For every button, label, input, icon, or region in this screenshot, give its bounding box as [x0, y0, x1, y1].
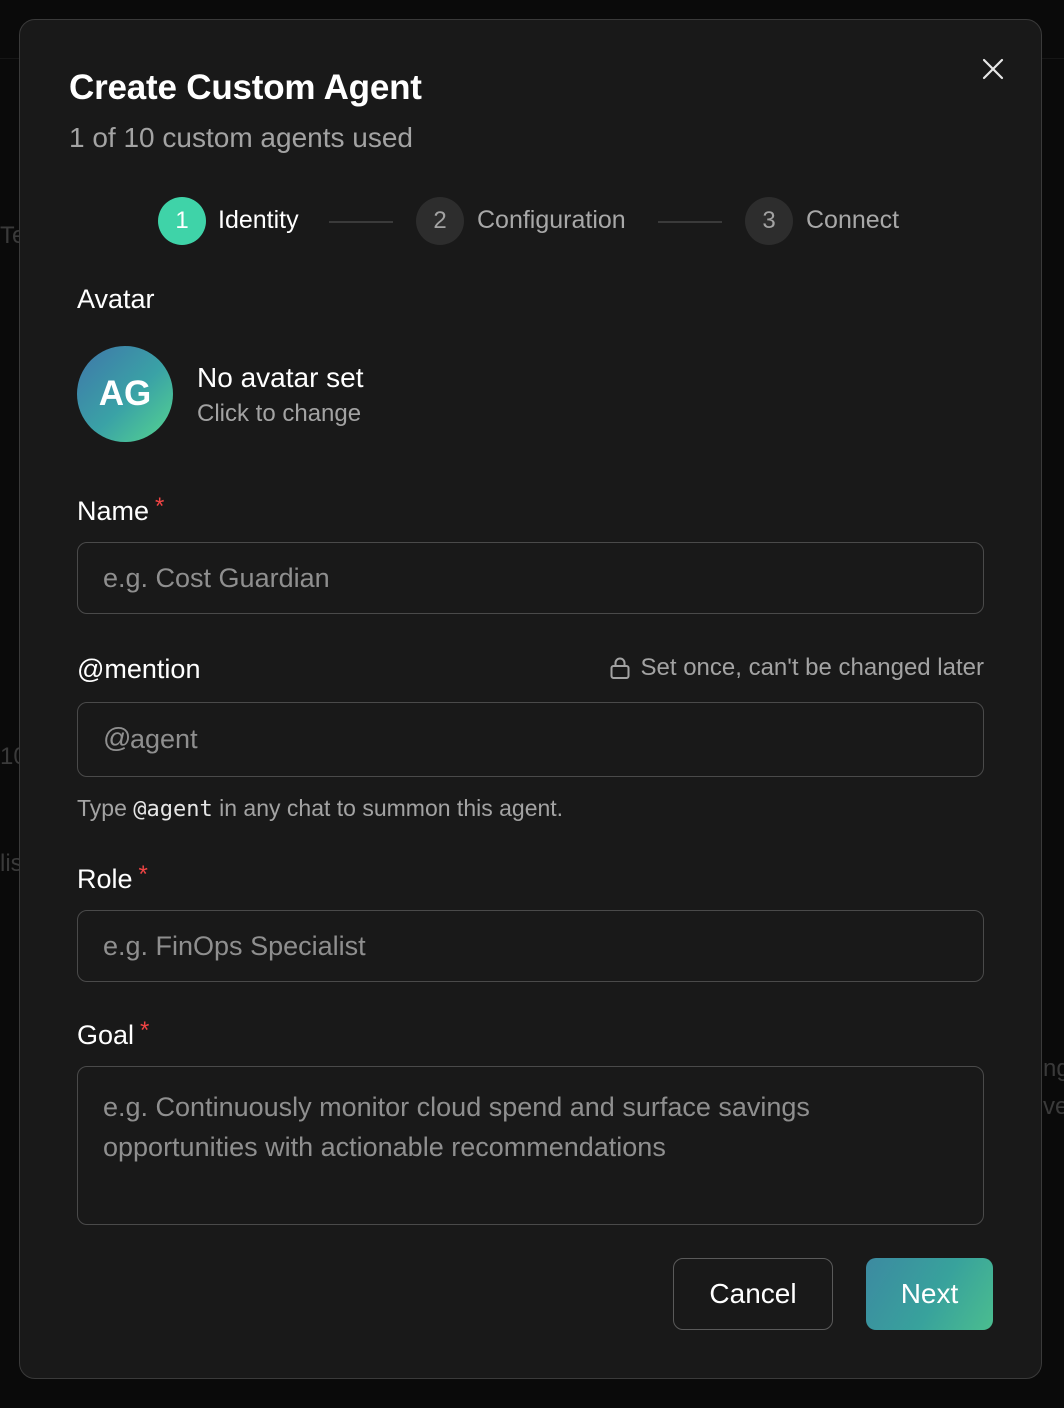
step-2-indicator: 2	[416, 197, 464, 245]
usage-count: 1 of 10 custom agents used	[69, 122, 413, 153]
role-label-text: Role	[77, 864, 133, 894]
name-label-text: Name	[77, 496, 150, 526]
goal-label-text: Goal	[77, 1020, 135, 1050]
helper-code: @agent	[133, 797, 213, 822]
create-agent-dialog: Create Custom Agent 1 of 10 custom agent…	[19, 19, 1042, 1379]
next-button[interactable]: Next	[866, 1258, 993, 1330]
helper-suffix: in any chat to summon this agent.	[219, 795, 564, 821]
avatar-picker[interactable]: AG	[77, 346, 173, 442]
mention-helper-text: Type @agent in any chat to summon this a…	[77, 795, 563, 822]
lock-icon	[610, 657, 629, 679]
step-connector	[658, 221, 722, 223]
avatar-status: No avatar set	[197, 362, 364, 393]
goal-label: Goal *	[77, 1017, 150, 1051]
background-text-fragment: ve	[1043, 1093, 1064, 1120]
step-2-label: Configuration	[477, 206, 626, 234]
mention-input[interactable]	[130, 703, 970, 775]
role-label: Role *	[77, 861, 148, 895]
close-icon[interactable]	[981, 57, 1005, 81]
mention-lock-note: Set once, can't be changed later	[609, 654, 985, 682]
goal-textarea[interactable]	[77, 1066, 984, 1225]
name-label: Name *	[77, 493, 165, 527]
mention-field: @	[77, 702, 984, 777]
required-indicator: *	[155, 493, 165, 520]
required-indicator: *	[138, 861, 148, 888]
required-indicator: *	[140, 1017, 150, 1044]
step-1-indicator: 1	[158, 197, 206, 245]
change-avatar-link[interactable]: Click to change	[197, 400, 361, 428]
dialog-title: Create Custom Agent	[69, 68, 422, 107]
helper-prefix: Type	[77, 795, 127, 821]
background-text-fragment: ng	[1043, 1055, 1064, 1082]
lock-note-text: Set once, can't be changed later	[640, 654, 985, 681]
role-input[interactable]	[77, 910, 984, 982]
name-input[interactable]	[77, 542, 984, 614]
mention-label: @mention	[77, 654, 201, 684]
step-connector	[329, 221, 393, 223]
avatar-label: Avatar	[77, 284, 155, 314]
step-3-label: Connect	[806, 206, 900, 234]
mention-prefix: @	[103, 722, 132, 753]
step-3-indicator: 3	[745, 197, 793, 245]
cancel-button[interactable]: Cancel	[673, 1258, 833, 1330]
close-button[interactable]	[978, 54, 1008, 84]
step-1-label: Identity	[218, 206, 299, 234]
